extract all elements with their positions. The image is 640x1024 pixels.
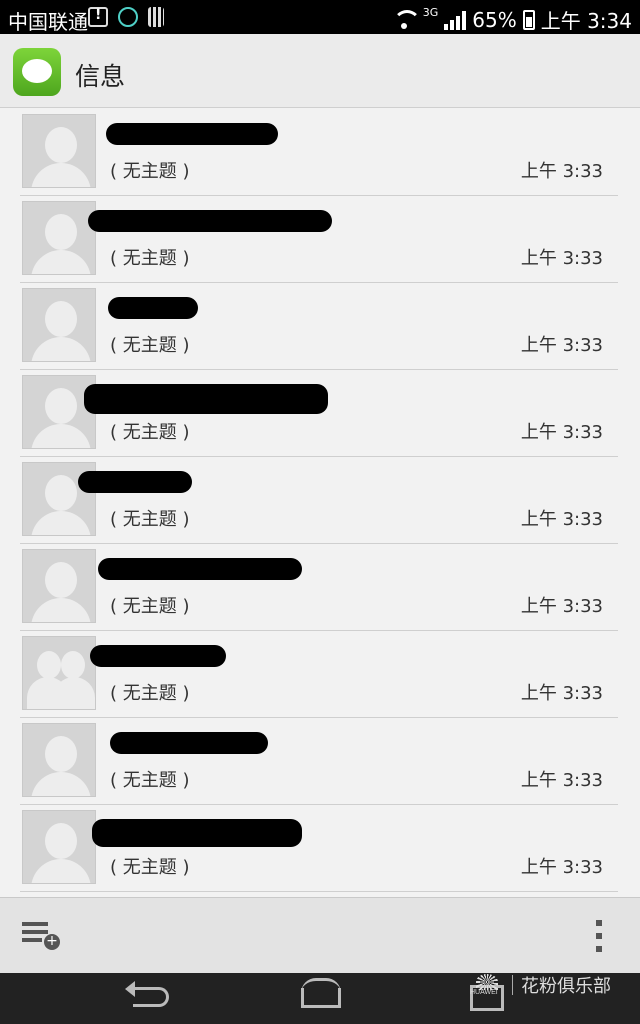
conversation-item[interactable]: ( 无主题 ) 上午 3:33: [20, 283, 618, 370]
watermark-text: 花粉俱乐部: [521, 976, 611, 997]
conversation-subject: ( 无主题 ): [110, 857, 190, 878]
conversation-item[interactable]: ( 无主题 ) 上午 3:33: [20, 370, 618, 457]
conversation-time: 上午 3:33: [520, 422, 603, 443]
conversation-time: 上午 3:33: [520, 683, 603, 704]
conversation-subject: ( 无主题 ): [110, 161, 190, 182]
conversation-item[interactable]: ( 无主题 ) 上午 3:33: [20, 457, 618, 544]
carrier-label: 中国联通: [8, 10, 88, 34]
conversation-item[interactable]: ( 无主题 ) 上午 3:33: [20, 196, 618, 283]
watermark-brand: HUAWEI: [470, 989, 498, 996]
conversation-time: 上午 3:33: [520, 857, 603, 878]
watermark-divider: [512, 975, 513, 995]
new-message-icon[interactable]: +: [22, 922, 60, 950]
storage-notification-icon: [148, 7, 164, 27]
conversation-time: 上午 3:33: [520, 509, 603, 530]
action-bar: 信息: [0, 34, 640, 108]
redacted-sender: [90, 645, 226, 667]
conversation-item[interactable]: ( 无主题 ) 上午 3:33: [20, 109, 618, 196]
notification-icons: [88, 5, 164, 29]
person-placeholder-icon[interactable]: [22, 288, 96, 362]
conversation-subject: ( 无主题 ): [110, 596, 190, 617]
conversation-subject: ( 无主题 ): [110, 509, 190, 530]
conversation-time: 上午 3:33: [520, 248, 603, 269]
redacted-sender: [110, 732, 268, 754]
watermark: HUAWEI 花粉俱乐部: [470, 972, 611, 998]
person-placeholder-icon[interactable]: [22, 375, 96, 449]
conversation-time: 上午 3:33: [520, 335, 603, 356]
conversation-time: 上午 3:33: [520, 770, 603, 791]
conversation-subject: ( 无主题 ): [110, 683, 190, 704]
conversation-item[interactable]: ( 无主题 ) 上午 3:33: [20, 805, 618, 892]
conversation-subject: ( 无主题 ): [110, 770, 190, 791]
battery-percent: 65%: [472, 7, 517, 32]
page-title: 信息: [75, 62, 126, 91]
redacted-sender: [98, 558, 302, 580]
redacted-sender: [78, 471, 192, 493]
conversation-list[interactable]: ( 无主题 ) 上午 3:33 ( 无主题 ) 上午 3:33 ( 无主题 ) …: [0, 109, 640, 897]
person-placeholder-icon[interactable]: [22, 723, 96, 797]
warning-notification-icon: [88, 7, 108, 27]
redacted-sender: [108, 297, 198, 319]
back-icon[interactable]: [125, 981, 169, 1007]
conversation-time: 上午 3:33: [520, 161, 603, 182]
conversation-item[interactable]: ( 无主题 ) 上午 3:33: [20, 718, 618, 805]
network-type-label: 3G: [422, 6, 439, 19]
wifi-icon: [391, 9, 421, 30]
conversation-subject: ( 无主题 ): [110, 248, 190, 269]
group-placeholder-icon[interactable]: [22, 636, 96, 710]
person-placeholder-icon[interactable]: [22, 810, 96, 884]
overflow-menu-icon[interactable]: [592, 920, 606, 952]
messages-app-icon[interactable]: [13, 48, 61, 96]
status-bar: 中国联通 3G 65% 上午 3:34: [0, 0, 640, 34]
bottom-action-bar: +: [0, 897, 640, 973]
clock: 上午 3:34: [540, 9, 632, 33]
signal-icon: [444, 10, 467, 30]
conversation-item[interactable]: ( 无主题 ) 上午 3:33: [20, 631, 618, 718]
redacted-sender: [106, 123, 278, 145]
person-placeholder-icon[interactable]: [22, 201, 96, 275]
redacted-sender: [92, 819, 302, 847]
home-icon[interactable]: [301, 978, 341, 1008]
conversation-item[interactable]: ( 无主题 ) 上午 3:33: [20, 544, 618, 631]
conversation-subject: ( 无主题 ): [110, 335, 190, 356]
redacted-sender: [88, 210, 332, 232]
battery-icon: [522, 9, 535, 30]
redacted-sender: [84, 384, 328, 414]
app-notification-icon: [118, 7, 138, 27]
huawei-logo-icon: HUAWEI: [470, 974, 504, 996]
person-placeholder-icon[interactable]: [22, 549, 96, 623]
conversation-subject: ( 无主题 ): [110, 422, 190, 443]
conversation-time: 上午 3:33: [520, 596, 603, 617]
person-placeholder-icon[interactable]: [22, 114, 96, 188]
